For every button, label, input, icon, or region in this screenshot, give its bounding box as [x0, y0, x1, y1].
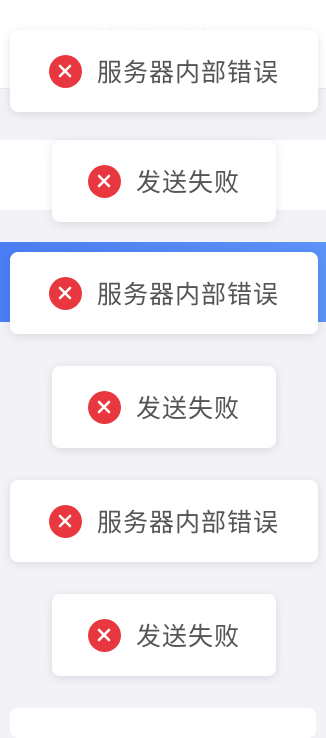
error-toast: 服务器内部错误 [10, 480, 318, 562]
toast-message: 发送失败 [135, 622, 240, 651]
bottom-card [10, 708, 316, 738]
error-x-icon [87, 164, 121, 198]
error-x-icon [87, 390, 121, 424]
error-toast: 发送失败 [52, 140, 276, 222]
toast-message: 服务器内部错误 [96, 58, 279, 87]
toast-message: 发送失败 [135, 394, 240, 423]
error-toast: 发送失败 [52, 366, 276, 448]
error-toast: 服务器内部错误 [10, 30, 318, 112]
toast-message: 发送失败 [135, 168, 240, 197]
error-toast: 发送失败 [52, 594, 276, 676]
error-x-icon [48, 54, 82, 88]
error-x-icon [87, 618, 121, 652]
toast-message: 服务器内部错误 [96, 508, 279, 537]
error-x-icon [48, 276, 82, 310]
error-toast: 服务器内部错误 [10, 252, 318, 334]
error-x-icon [48, 504, 82, 538]
toast-message: 服务器内部错误 [96, 280, 279, 309]
